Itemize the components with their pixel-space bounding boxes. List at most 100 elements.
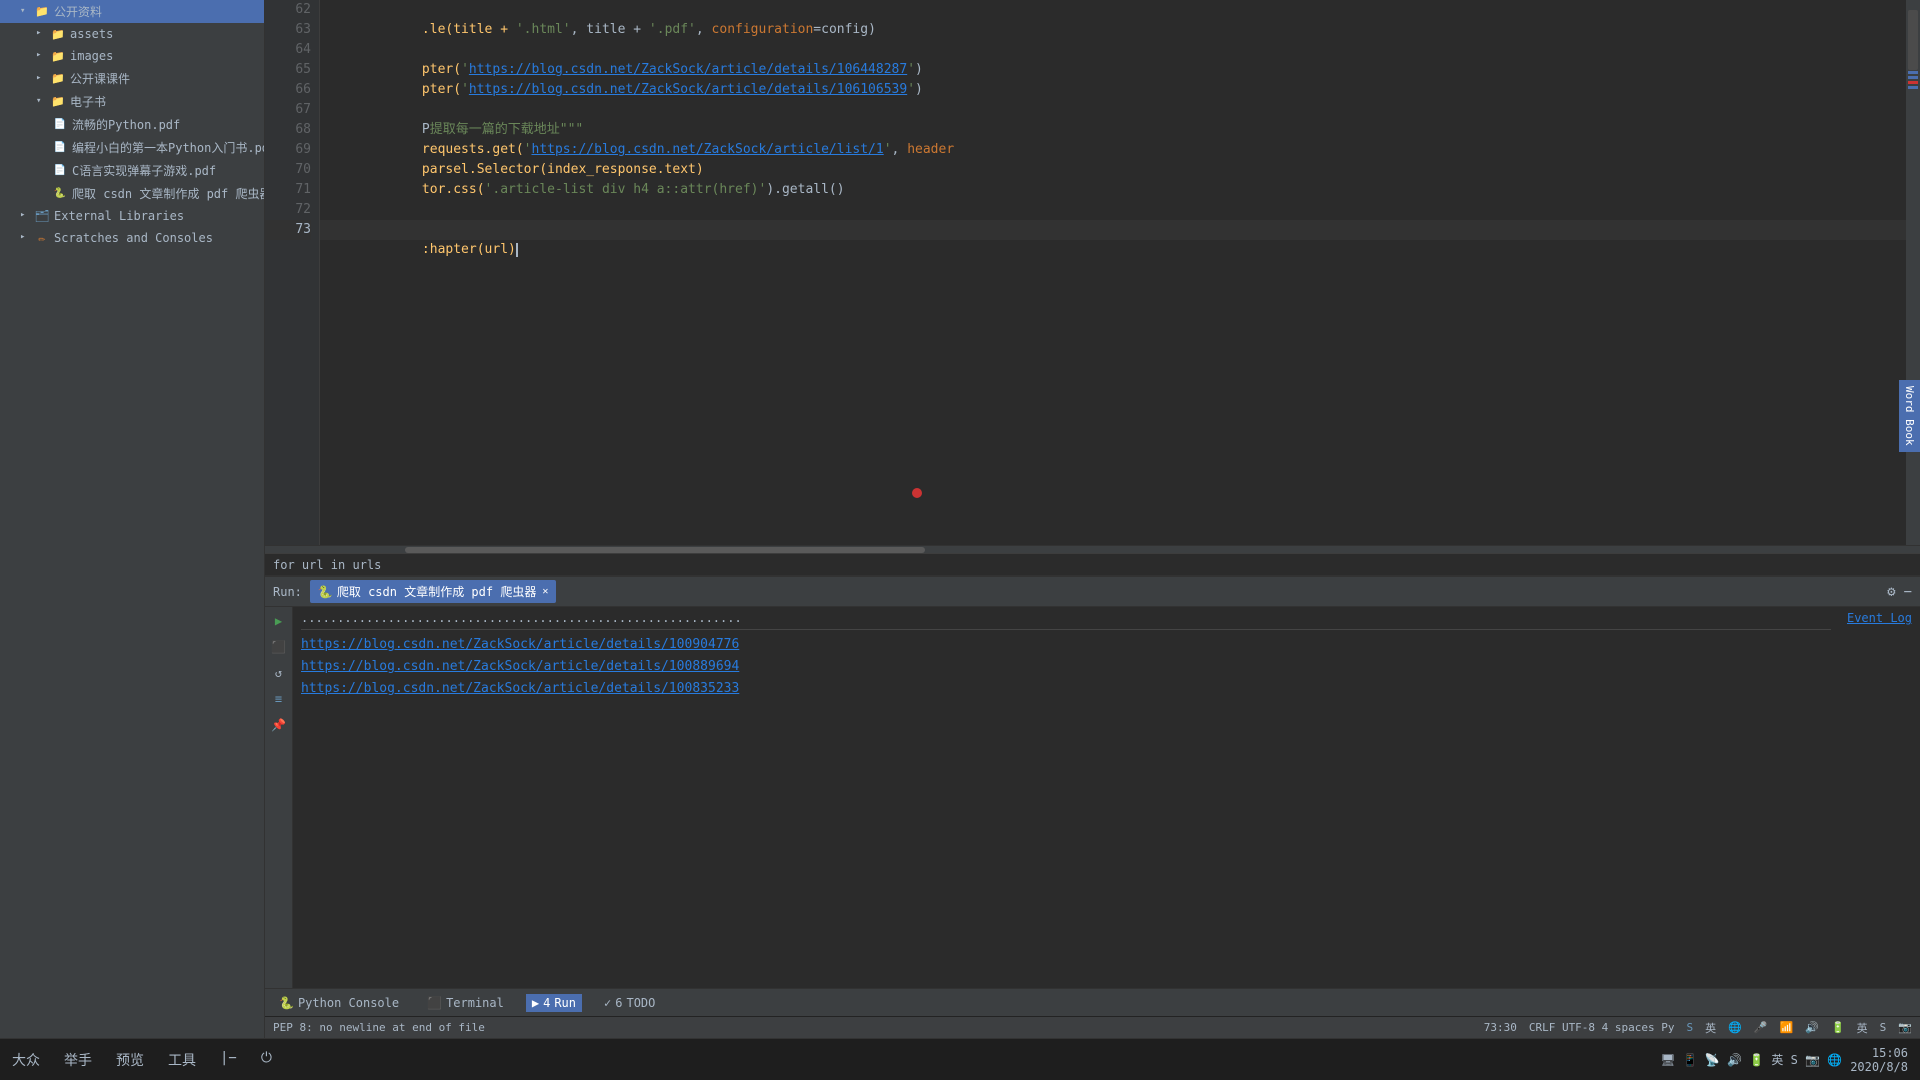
cursor [516,243,518,257]
minimize-icon[interactable]: − [1904,584,1912,600]
line-num-66: 66 [265,80,311,100]
line-num-72: 72 [265,200,311,220]
horizontal-scrollbar[interactable] [265,545,1920,553]
tab-label: Python Console [298,996,399,1010]
extra-icon2: 📷 [1898,1021,1912,1034]
code-token: configuration [712,22,814,37]
word-book-tab[interactable]: Word Book [1899,380,1920,452]
arrow-icon: ▸ [36,73,48,85]
code-token: '.pdf' [649,22,696,37]
taskbar-item-preview[interactable]: 预览 [116,1050,144,1070]
code-line-72 [320,200,1906,220]
scroll-indicator [1908,71,1918,74]
taskbar-separator: |− [220,1050,237,1070]
horizontal-scroll-thumb[interactable] [405,547,925,553]
code-line-67: P提取每一篇的下载地址""" [320,100,1906,120]
run-separator: ........................................… [301,611,1831,630]
taskbar-date: 2020/8/8 [1850,1060,1908,1074]
run-left-toolbar: ▶ ⬛ ↺ ≡ 📌 [265,607,293,988]
sidebar-item-spider-py[interactable]: 🐍 爬取 csdn 文章制作成 pdf 爬虫器.py [0,182,264,205]
taskbar-item-dazong[interactable]: 大众 [12,1050,40,1070]
code-token: :hapter(url) [422,242,516,257]
code-token: 'https://blog.csdn.net/ZackSock/article/… [461,62,915,77]
code-lines[interactable]: .le(title + '.html', title + '.pdf', con… [320,0,1906,545]
run-label: Run: [273,585,302,599]
run-stop-button[interactable]: ⬛ [269,637,289,657]
right-scrollbar[interactable] [1906,0,1920,545]
arrow-icon: ▾ [36,96,48,108]
sidebar-item-scratches[interactable]: ▸ ✏ Scratches and Consoles [0,227,264,249]
line-num-63: 63 [265,20,311,40]
code-token: .le(title + [422,22,516,37]
run-pin-button[interactable]: 📌 [269,715,289,735]
taskbar-time: 15:06 [1850,1046,1908,1060]
pep-warning: PEP 8: no newline at end of file [273,1021,485,1034]
code-token: requests.get( [422,142,524,157]
tab-python-console[interactable]: 🐍 Python Console [273,994,405,1012]
taskbar-left: 大众 举手 预览 工具 |− ⏻ [12,1050,272,1070]
taskbar-item-tools[interactable]: 工具 [168,1050,196,1070]
taskbar-power-icon[interactable]: ⏻ [261,1050,272,1070]
line-num-69: 69 [265,140,311,160]
sidebar-item-courseware[interactable]: ▸ 📁 公开课课件 [0,67,264,90]
terminal-icon: ⬛ [427,996,442,1010]
battery-icon: 🔋 [1831,1021,1845,1034]
sidebar-item-python-intro[interactable]: 📄 编程小白的第一本Python入门书.pdf [0,136,264,159]
event-log-link[interactable]: Event Log [1847,611,1912,625]
sidebar-item-ebooks[interactable]: ▾ 📁 电子书 [0,90,264,113]
code-token: 提取每一篇的下载地址""" [430,122,583,137]
code-line-73: :hapter(url) [320,220,1906,240]
tab-run-num: 4 [543,996,550,1010]
run-play-button[interactable]: ▶ [269,611,289,631]
run-link-3[interactable]: https://blog.csdn.net/ZackSock/article/d… [301,678,1831,700]
line-num-73: 73 [265,220,311,240]
run-tab-spider[interactable]: 🐍 爬取 csdn 文章制作成 pdf 爬虫器 ✕ [310,580,556,603]
sidebar-item-c-game[interactable]: 📄 C语言实现弹幕子游戏.pdf [0,159,264,182]
sidebar-item-images[interactable]: ▸ 📁 images [0,45,264,67]
arrow-icon: ▾ [20,6,32,18]
line-num-70: 70 [265,160,311,180]
line-num-68: 68 [265,120,311,140]
sidebar: ▾ 📁 公开资料 ▸ 📁 assets ▸ 📁 images ▸ 📁 公开课课件… [0,0,265,1038]
run-tab-name: 爬取 csdn 文章制作成 pdf 爬虫器 [337,583,536,600]
run-filter-button[interactable]: ≡ [269,689,289,709]
tooltip-bar: for url in urls [265,553,1920,575]
ime-status: 英 [1705,1020,1716,1036]
sidebar-label: 电子书 [70,93,106,110]
lang-icon: 🌐 [1728,1021,1742,1034]
sidebar-label: 公开课课件 [70,70,130,87]
run-restart-button[interactable]: ↺ [269,663,289,683]
folder-icon: 📁 [50,94,66,110]
sidebar-label: 编程小白的第一本Python入门书.pdf [72,139,264,156]
status-left: PEP 8: no newline at end of file [273,1021,485,1034]
sidebar-item-public-resources[interactable]: ▾ 📁 公开资料 [0,0,264,23]
tab-todo[interactable]: ✓ 6 TODO [598,994,661,1012]
scrollbar-thumb[interactable] [1908,10,1918,70]
code-token: ) [915,62,923,77]
code-content: 62 63 64 65 66 67 68 69 70 71 72 73 [265,0,1920,545]
editor-area: 62 63 64 65 66 67 68 69 70 71 72 73 [265,0,1920,575]
input-method-icon[interactable]: S [1687,1021,1694,1034]
run-link-2[interactable]: https://blog.csdn.net/ZackSock/article/d… [301,656,1831,678]
taskbar-item-jushou[interactable]: 举手 [64,1050,92,1070]
code-token: pter( [422,62,461,77]
sidebar-item-external-libraries[interactable]: ▸ 🗂 External Libraries [0,205,264,227]
sidebar-item-fluent-python[interactable]: 📄 流畅的Python.pdf [0,113,264,136]
arrow-icon: ▸ [36,50,48,62]
tab-label: Run [554,996,576,1010]
tab-run[interactable]: ▶ 4 Run [526,994,582,1012]
run-tab-close-button[interactable]: ✕ [542,586,548,597]
sidebar-item-assets[interactable]: ▸ 📁 assets [0,23,264,45]
vol-icon: 🔊 [1805,1021,1819,1034]
run-tab-bar: Run: 🐍 爬取 csdn 文章制作成 pdf 爬虫器 ✕ ⚙ − [265,577,1920,607]
scroll-indicator [1908,76,1918,79]
sidebar-label: assets [70,27,113,41]
sidebar-label: 爬取 csdn 文章制作成 pdf 爬虫器.py [72,185,264,202]
settings-icon[interactable]: ⚙ [1887,584,1895,600]
tab-terminal[interactable]: ⬛ Terminal [421,994,510,1012]
english-label: 英 [1857,1020,1868,1036]
sidebar-label: External Libraries [54,209,184,223]
run-link-1[interactable]: https://blog.csdn.net/ZackSock/article/d… [301,634,1831,656]
python-console-icon: 🐍 [279,996,294,1010]
scroll-indicator [1908,81,1918,84]
